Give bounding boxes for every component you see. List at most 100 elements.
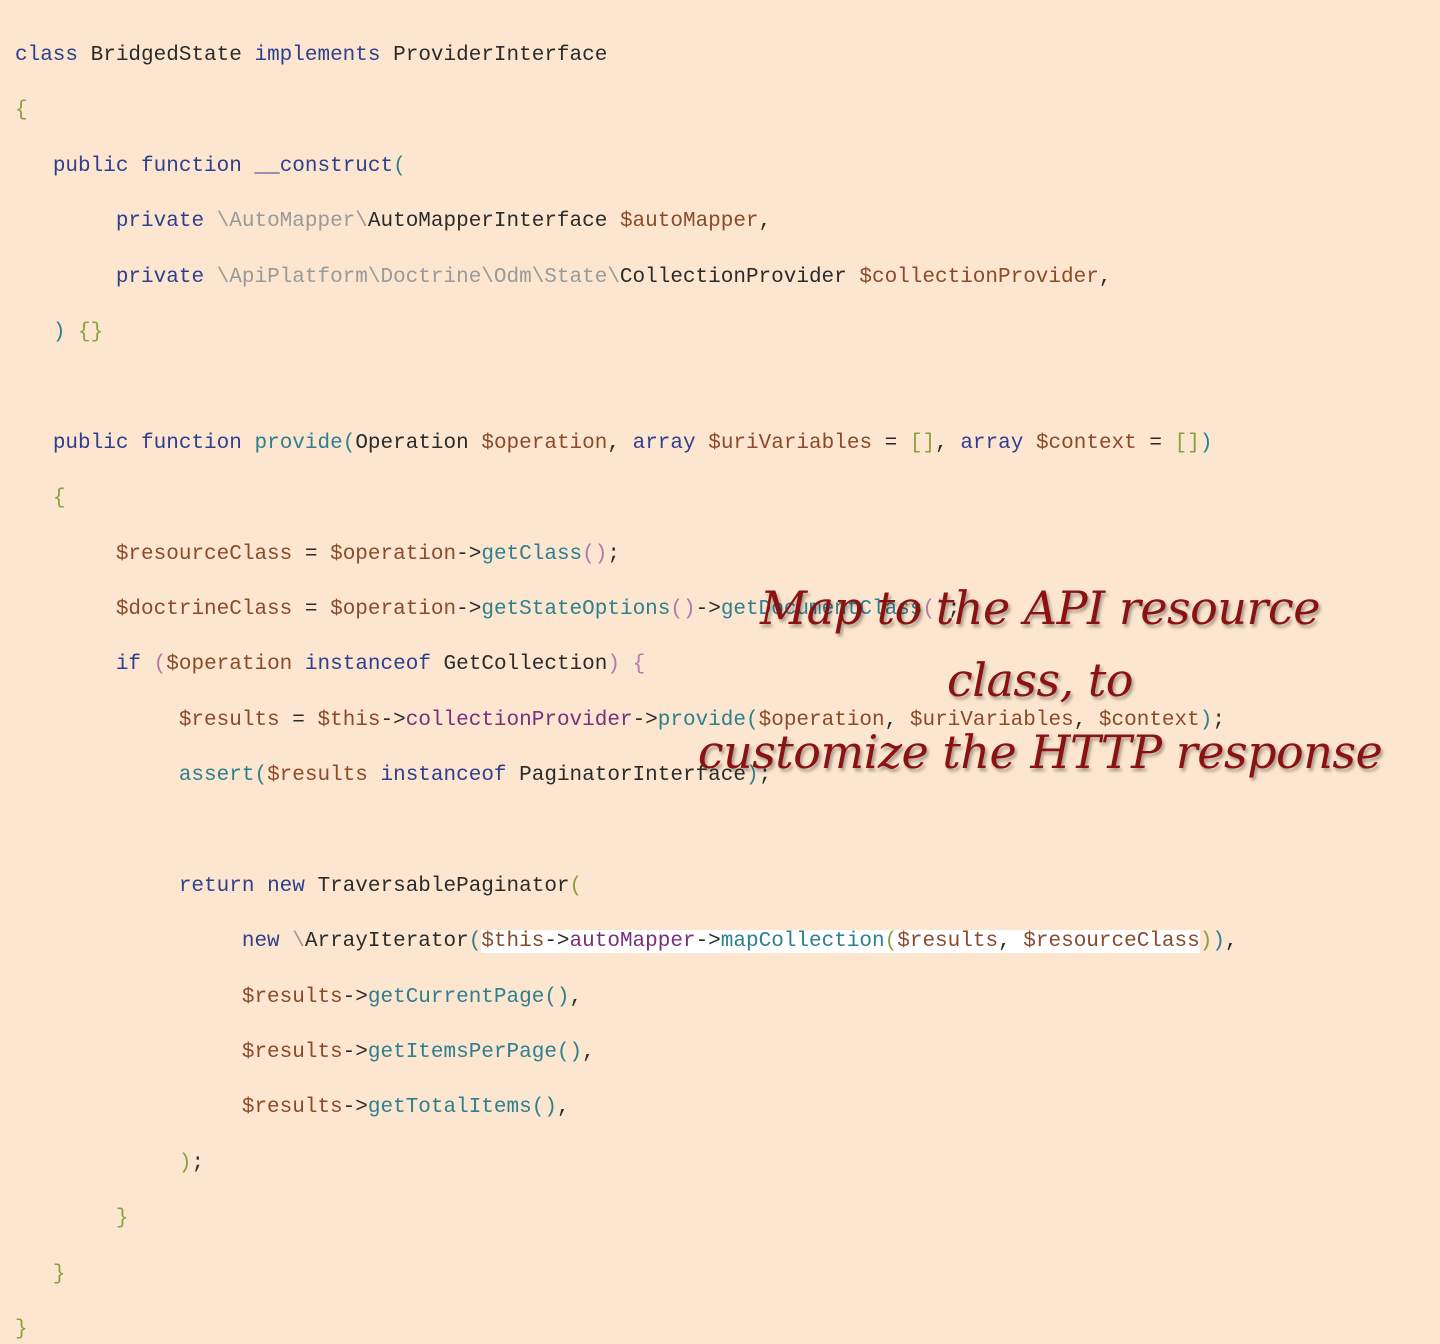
code-token: $autoMapper [619,210,759,234]
code-token: Operation [355,431,469,455]
code-token: ) [1212,930,1225,954]
code-token: { [52,487,66,511]
annotation-line-2: customize the HTTP response [697,725,1383,779]
code-token: function [141,431,242,455]
code-token: ( [884,930,898,954]
code-token: $uriVariables [708,431,873,455]
code-token: = [304,542,318,566]
code-token: new [267,874,305,898]
code-token: $operation [481,431,608,455]
code-token: function [141,154,242,178]
code-token: , [582,1041,595,1065]
code-token: = [1149,431,1162,455]
code-token: getClass [481,542,583,566]
code-token: collectionProvider [405,708,633,732]
code-token: implements [254,44,381,67]
code-token: , [935,431,948,455]
code-token: -> [342,985,368,1009]
code-token: { [15,99,28,123]
code-token: $operation [330,597,457,621]
code-line-17: $results->getItemsPerPage(), [15,1039,1238,1067]
code-token: $results [241,1041,343,1065]
code-token: } [52,1262,66,1286]
code-token: if [115,653,142,677]
code-token: $results [241,1096,343,1120]
code-token: -> [544,930,570,954]
code-token: $collectionProvider [859,265,1099,289]
code-token: $resourceClass [115,542,293,566]
code-token: ) [1199,930,1213,954]
code-token: $resourceClass [1023,930,1200,954]
code-token: -> [456,597,482,621]
code-token: autoMapper [569,930,696,954]
code-token: -> [695,930,721,954]
code-token: [] [909,431,936,455]
code-token: -> [380,708,406,732]
code-token: -> [342,1096,368,1120]
code-token: new [241,930,280,954]
code-token: ; [191,1151,205,1175]
code-token: $operation [166,653,293,677]
code-token: ; [607,542,620,566]
code-token: ArrayIterator [304,930,469,954]
code-token: {} [78,320,104,344]
code-token: instanceof [380,764,507,788]
code-line-1: class BridgedState implements ProviderIn… [15,42,1238,70]
code-token: ( [468,930,482,954]
code-token: $this [317,708,381,732]
code-token: public [52,154,129,178]
code-token: , [1098,265,1112,289]
code-line-15: new \ArrayIterator($this->autoMapper->ma… [15,928,1238,956]
code-token: getItemsPerPage [367,1041,557,1065]
code-line-21: } [15,1261,1238,1289]
code-line-7: public function provide(Operation $opera… [15,430,1238,458]
code-line-6: ) {} [15,319,1238,347]
code-token: $results [267,764,368,788]
code-token: [] [1174,431,1200,455]
code-token: \ApiPlatform\Doctrine\Odm\State\ [216,265,620,289]
code-line-3: public function __construct( [15,153,1238,181]
code-token: public [52,431,129,455]
code-token: $results [897,930,999,954]
code-token: getStateOptions [481,597,671,621]
code-token: () [531,1096,557,1120]
code-token: ( [569,874,583,898]
code-token: provide [254,431,343,455]
code-token: __construct [254,154,394,178]
code-line-2: { [15,97,1238,125]
code-token: = [884,431,898,455]
code-line-19: ); [15,1150,1238,1178]
code-token: class [15,44,79,67]
code-token: ) [178,1151,192,1175]
code-token: CollectionProvider [619,265,847,289]
code-token: $this [481,930,545,954]
code-token: getCurrentPage [367,985,545,1009]
annotation-line-1: Map to the API resource class, to [760,581,1320,707]
code-token: getTotalItems [367,1096,532,1120]
code-token: ) [1199,431,1213,455]
code-token: array [632,431,696,455]
code-token: ( [254,764,268,788]
code-line-22: } [15,1316,1238,1344]
code-line-18: $results->getTotalItems(), [15,1094,1238,1122]
code-token: private [115,265,205,289]
code-token: , [758,210,772,234]
code-token: , [1224,930,1238,954]
code-token: -> [632,708,658,732]
code-token: , [569,985,583,1009]
code-token: , [556,1096,570,1120]
code-token: BridgedState [90,44,242,67]
code-line-20: } [15,1205,1238,1233]
code-line-4: private \AutoMapper\AutoMapperInterface … [15,208,1238,236]
code-token: , [607,431,620,455]
code-token: mapCollection [720,930,885,954]
code-token: -> [456,542,482,566]
code-token: AutoMapperInterface [367,210,608,234]
code-token: , [998,930,1011,954]
code-token: } [115,1207,129,1231]
highlighted-expression: $this->autoMapper->mapCollection($result… [481,930,1200,954]
code-token: = [304,597,318,621]
code-line-5: private \ApiPlatform\Doctrine\Odm\State\… [15,264,1238,292]
code-token: return [178,874,255,898]
